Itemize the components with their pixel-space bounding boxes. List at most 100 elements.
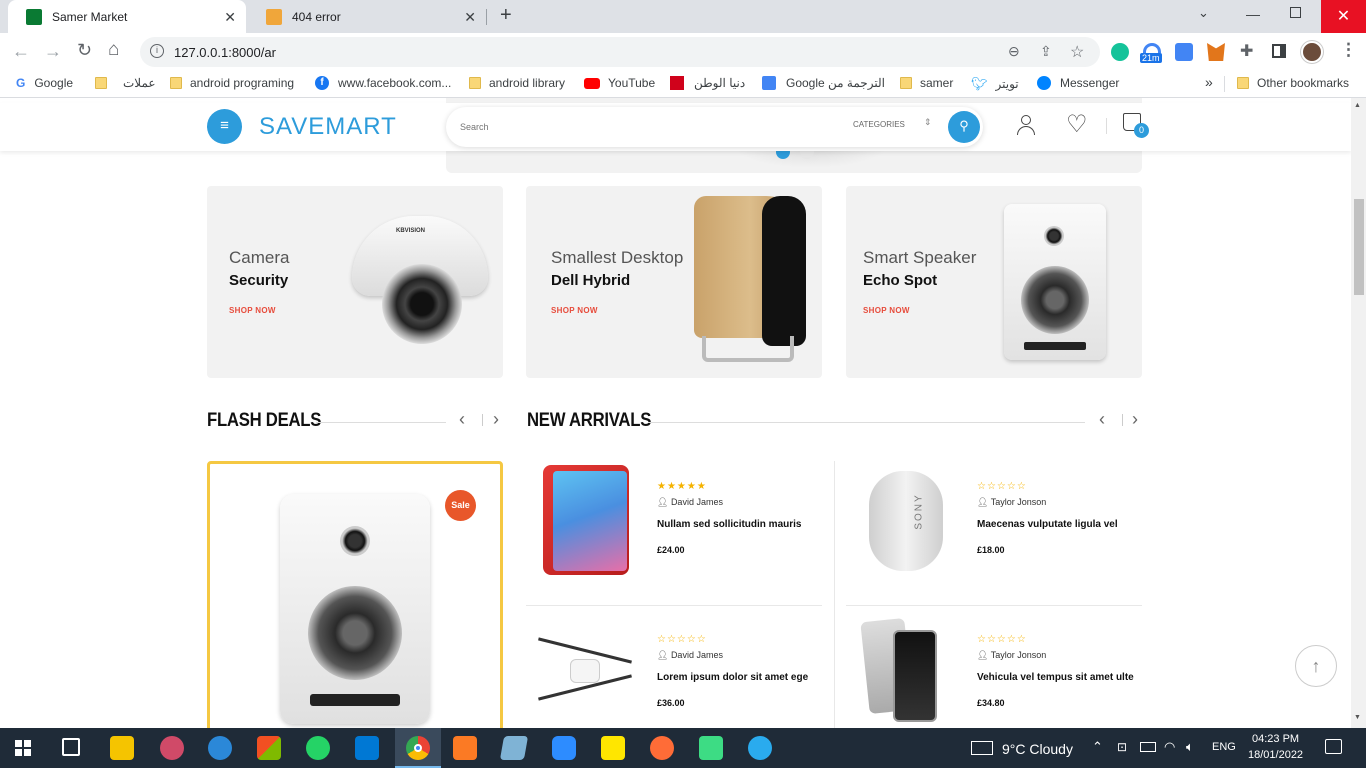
bookmark-folder-android-programing[interactable]: android programing <box>170 76 294 90</box>
flash-prev-arrow-icon[interactable]: ‹ <box>459 409 465 430</box>
clock-time[interactable]: 04:23 PM <box>1252 733 1299 745</box>
whatsapp-icon[interactable] <box>306 736 330 760</box>
vscode-icon[interactable] <box>355 736 379 760</box>
home-icon[interactable]: ⌂ <box>108 39 119 61</box>
postman-icon[interactable] <box>650 736 674 760</box>
arrivals-next-arrow-icon[interactable]: › <box>1132 409 1138 430</box>
wishlist-heart-icon[interactable]: ♡ <box>1066 110 1088 139</box>
profile-avatar[interactable] <box>1301 41 1323 63</box>
microsoft-store-icon[interactable] <box>257 736 281 760</box>
shop-now-link[interactable]: SHOP NOW <box>229 306 276 315</box>
bookmark-star-icon[interactable]: ☆ <box>1070 42 1084 62</box>
minimize-icon[interactable]: — <box>1246 6 1260 22</box>
bookmark-google-translate[interactable]: Google الترجمة من <box>762 76 885 90</box>
telegram-icon[interactable] <box>748 736 772 760</box>
notes-app-icon[interactable] <box>499 736 529 760</box>
clock-date[interactable]: 18/01/2022 <box>1248 749 1303 761</box>
tab-404-error[interactable]: 404 error ✕ <box>248 0 486 33</box>
extension-timer-icon[interactable]: 21m <box>1140 41 1164 65</box>
back-to-top-button[interactable]: ↑ <box>1295 645 1337 687</box>
categories-select[interactable]: CATEGORIES <box>853 120 905 129</box>
weather-text[interactable]: 9°C Cloudy <box>1002 741 1073 757</box>
weather-icon[interactable] <box>971 741 993 755</box>
reload-icon[interactable]: ↻ <box>77 40 92 61</box>
close-window-icon[interactable]: ✕ <box>1321 0 1366 33</box>
product-name[interactable]: Vehicula vel tempus sit amet ulte <box>977 672 1134 683</box>
sticky-notes-icon[interactable] <box>601 736 625 760</box>
file-explorer-icon[interactable] <box>110 736 134 760</box>
forward-icon[interactable]: → <box>44 41 62 62</box>
menu-kebab-icon[interactable]: ⋮ <box>1340 40 1357 60</box>
account-icon[interactable] <box>1016 115 1036 137</box>
bookmark-donia-alwatan[interactable]: دنيا الوطن <box>670 76 745 90</box>
notifications-icon[interactable] <box>1325 739 1342 754</box>
scroll-up-icon[interactable]: ▲ <box>1354 102 1361 109</box>
product-card[interactable]: SONY ☆☆☆☆☆ 👤︎ Taylor Jonson Maecenas vul… <box>847 463 1147 613</box>
back-icon[interactable]: ← <box>12 41 30 62</box>
battery-icon[interactable] <box>1140 742 1156 752</box>
tab-samer-market[interactable]: Samer Market ✕ <box>8 0 246 33</box>
scroll-down-icon[interactable]: ▼ <box>1354 714 1361 721</box>
search-button[interactable]: ⚲ <box>948 111 980 143</box>
flash-deal-card[interactable]: Sale <box>207 461 503 728</box>
writer-app-icon[interactable] <box>208 736 232 760</box>
bookmark-messenger[interactable]: Messenger <box>1037 76 1119 90</box>
site-info-icon[interactable]: i <box>150 44 164 58</box>
shop-now-link[interactable]: SHOP NOW <box>551 306 598 315</box>
share-icon[interactable]: ⇪ <box>1040 43 1052 60</box>
bookmark-youtube[interactable]: YouTube <box>584 76 655 90</box>
product-name[interactable]: Lorem ipsum dolor sit amet ege <box>657 672 808 683</box>
flash-next-arrow-icon[interactable]: › <box>493 409 499 430</box>
close-tab-icon[interactable]: ✕ <box>224 9 236 26</box>
wifi-icon[interactable]: ◠ <box>1164 739 1175 755</box>
metamask-icon[interactable] <box>1207 43 1225 61</box>
product-card[interactable]: ☆☆☆☆☆ 👤︎ David James Lorem ipsum dolor s… <box>527 616 827 728</box>
close-tab-icon[interactable]: ✕ <box>464 9 476 26</box>
chrome-taskbar-active[interactable] <box>395 728 441 768</box>
shop-now-link[interactable]: SHOP NOW <box>863 306 910 315</box>
product-name[interactable]: Maecenas vulputate ligula vel <box>977 519 1118 530</box>
bookmark-twitter[interactable]: 🐦︎ تويتر <box>971 76 1019 92</box>
scrollbar-thumb[interactable] <box>1354 199 1364 295</box>
bookmark-folder-android-library[interactable]: android library <box>469 76 565 90</box>
banner-title: Echo Spot <box>863 272 938 289</box>
windows-start-icon[interactable] <box>15 740 31 756</box>
bookmark-google[interactable]: G Google <box>16 76 73 90</box>
zoom-icon[interactable]: ⊖ <box>1008 43 1020 60</box>
arrivals-prev-arrow-icon[interactable]: ‹ <box>1099 409 1105 430</box>
product-card[interactable]: ★★★★★ 👤︎ David James Nullam sed sollicit… <box>527 463 827 613</box>
bookmark-facebook[interactable]: f www.facebook.com... <box>315 76 451 90</box>
zoom-app-icon[interactable] <box>552 736 576 760</box>
menu-hamburger-icon[interactable]: ≡ <box>207 109 242 144</box>
paint-app-icon[interactable] <box>160 736 184 760</box>
banner-echo-spot[interactable]: Smart Speaker Echo Spot SHOP NOW <box>846 186 1142 378</box>
side-panel-icon[interactable] <box>1272 44 1286 58</box>
address-bar[interactable]: i 127.0.0.1:8000/ar ⊖ ⇪ ☆ <box>140 37 1100 67</box>
xampp-taskbar-icon[interactable] <box>453 736 477 760</box>
bookmark-other-bookmarks[interactable]: Other bookmarks <box>1237 76 1349 90</box>
bookmark-folder-currencies[interactable]: عملات <box>95 76 156 90</box>
translate-extension-icon[interactable] <box>1175 43 1193 61</box>
tray-chevron-up-icon[interactable]: ⌃ <box>1092 739 1103 755</box>
language-indicator[interactable]: ENG <box>1212 741 1236 753</box>
product-name[interactable]: Nullam sed sollicitudin mauris <box>657 519 801 530</box>
site-logo[interactable]: SAVEMART <box>259 113 397 141</box>
meet-now-icon[interactable]: ⊡ <box>1117 740 1127 754</box>
banner-camera-security[interactable]: Camera Security SHOP NOW KBVISION <box>207 186 503 378</box>
volume-icon[interactable]: 🔈︎ <box>1186 739 1194 755</box>
more-bookmarks-icon[interactable]: » <box>1205 74 1213 90</box>
bookmark-folder-samer[interactable]: samer <box>900 76 953 90</box>
site-header: ≡ SAVEMART CATEGORIES ⇕ ⚲ ♡ 0 <box>0 103 1351 151</box>
site-icon <box>670 76 684 90</box>
android-studio-icon[interactable] <box>699 736 723 760</box>
new-tab-icon[interactable]: + <box>500 4 512 27</box>
task-view-icon[interactable] <box>62 738 80 756</box>
restore-icon[interactable] <box>1290 7 1301 18</box>
search-input[interactable] <box>460 119 840 135</box>
extensions-puzzle-icon[interactable]: ✚ <box>1240 41 1253 61</box>
grammarly-icon[interactable] <box>1111 43 1129 61</box>
banner-dell-hybrid[interactable]: Smallest Desktop Dell Hybrid SHOP NOW <box>526 186 822 378</box>
product-card[interactable]: ☆☆☆☆☆ 👤︎ Taylor Jonson Vehicula vel temp… <box>847 616 1147 728</box>
tab-search-icon[interactable]: ⌄ <box>1198 5 1209 21</box>
page-scrollbar[interactable]: ▲ ▼ <box>1351 98 1366 728</box>
